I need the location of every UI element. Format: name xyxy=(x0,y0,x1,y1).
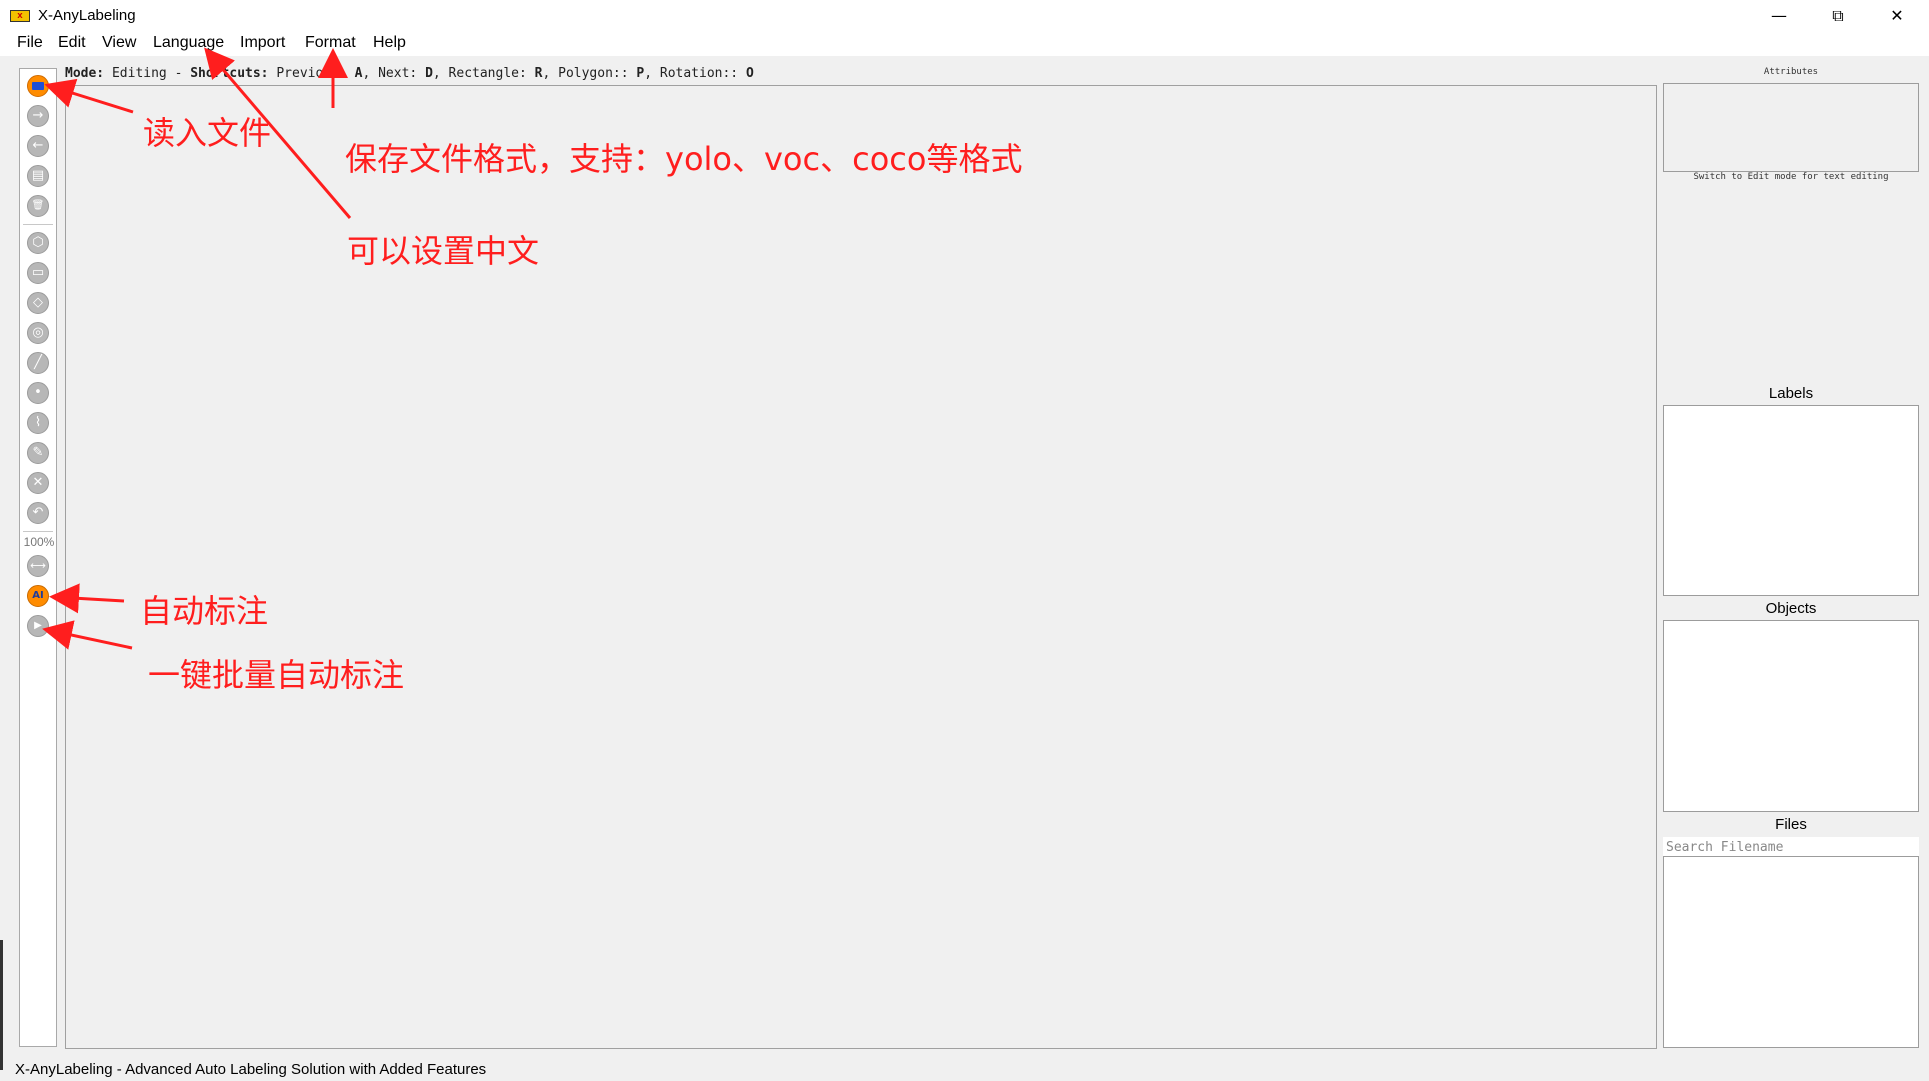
edit-object-icon[interactable]: ✎ xyxy=(27,442,49,464)
save-icon[interactable]: ▤ xyxy=(27,165,49,187)
status-bar: X-AnyLabeling - Advanced Auto Labeling S… xyxy=(15,1061,487,1078)
minimize-button[interactable]: — xyxy=(1756,0,1802,32)
labels-list[interactable] xyxy=(1663,405,1919,596)
mode-status-line: Mode: Editing - Shortcuts: Previous: A, … xyxy=(65,66,754,84)
next-image-icon[interactable]: → xyxy=(27,105,49,127)
toolbar-divider xyxy=(23,224,53,225)
toolbar-divider xyxy=(23,531,53,532)
shortcut-rotation-text: , Rotation:: xyxy=(644,66,746,81)
create-point-icon[interactable]: • xyxy=(27,382,49,404)
create-line-icon[interactable]: ╱ xyxy=(27,352,49,374)
labels-title: Labels xyxy=(1768,385,1814,402)
menu-edit[interactable]: Edit xyxy=(58,34,86,52)
annotation-batch-auto-label: 一键批量自动标注 xyxy=(148,656,405,694)
attributes-panel[interactable] xyxy=(1663,83,1919,172)
window-edge xyxy=(0,940,3,1070)
fit-width-icon[interactable]: ⟷ xyxy=(27,555,49,577)
attributes-hint: Switch to Edit mode for text editing xyxy=(1693,172,1889,182)
menu-import[interactable]: Import xyxy=(240,34,285,52)
menu-view[interactable]: View xyxy=(102,34,136,52)
create-rotation-icon[interactable]: ◇ xyxy=(27,292,49,314)
search-filename-input[interactable] xyxy=(1663,837,1919,857)
annotation-save-format: 保存文件格式，支持：yolo、voc、coco等格式 xyxy=(345,140,1023,178)
shortcut-next-key: D xyxy=(425,66,433,81)
create-rectangle-icon[interactable]: ▭ xyxy=(27,262,49,284)
menu-file[interactable]: File xyxy=(17,34,43,52)
files-title: Files xyxy=(1775,816,1807,833)
zoom-level[interactable]: 100% xyxy=(22,535,56,549)
annotation-language: 可以设置中文 xyxy=(347,232,540,270)
shortcut-rotation-key: O xyxy=(745,66,754,81)
mode-label: Mode: xyxy=(65,66,105,81)
shortcut-next-text: , Next: xyxy=(362,66,426,81)
menu-help[interactable]: Help xyxy=(373,34,406,52)
run-all-images-icon[interactable]: ▶ xyxy=(27,615,49,637)
app-logo-icon: X xyxy=(10,10,30,22)
attributes-title: Attributes xyxy=(1763,67,1819,77)
shortcut-polygon-text: , Polygon:: xyxy=(542,66,637,81)
left-toolbar: → ← ▤ 🗑 ⬡ ▭ ◇ ◎ ╱ • ⌇ ✎ ✕ ↶ 100% ⟷ AI ▶ xyxy=(19,68,57,1047)
shortcut-previous-text: Previous: xyxy=(268,66,355,81)
menu-format[interactable]: Format xyxy=(305,34,356,52)
create-polygon-icon[interactable]: ⬡ xyxy=(27,232,49,254)
menu-bar: File Edit View Language Import Format He… xyxy=(0,32,1929,56)
objects-list[interactable] xyxy=(1663,620,1919,812)
annotation-open-file: 读入文件 xyxy=(143,114,272,152)
delete-file-icon[interactable]: 🗑 xyxy=(27,195,49,217)
create-linestrip-icon[interactable]: ⌇ xyxy=(27,412,49,434)
auto-label-ai-icon[interactable]: AI xyxy=(27,585,49,607)
delete-object-icon[interactable]: ✕ xyxy=(27,472,49,494)
maximize-button[interactable]: ⧉ xyxy=(1815,0,1861,32)
open-file-icon[interactable] xyxy=(27,75,49,97)
objects-title: Objects xyxy=(1765,600,1817,617)
prev-image-icon[interactable]: ← xyxy=(27,135,49,157)
mode-value: Editing - xyxy=(104,66,191,81)
shortcut-rectangle-text: , Rectangle: xyxy=(432,66,535,81)
window-title: X-AnyLabeling xyxy=(38,7,136,24)
files-list[interactable] xyxy=(1663,856,1919,1048)
title-bar: X X-AnyLabeling — ⧉ ✕ xyxy=(0,0,1929,32)
shortcuts-label: Shortcuts: xyxy=(190,66,269,81)
annotation-auto-label: 自动标注 xyxy=(140,592,269,630)
close-button[interactable]: ✕ xyxy=(1874,0,1920,32)
undo-icon[interactable]: ↶ xyxy=(27,502,49,524)
image-canvas[interactable] xyxy=(65,85,1657,1049)
menu-language[interactable]: Language xyxy=(153,34,224,52)
create-circle-icon[interactable]: ◎ xyxy=(27,322,49,344)
